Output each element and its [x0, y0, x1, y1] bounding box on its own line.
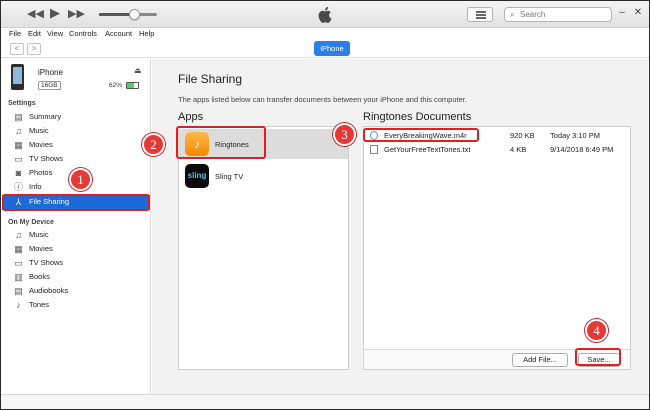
highlight-file-sharing — [2, 194, 150, 211]
audiobooks-icon: ▤ — [14, 286, 23, 296]
app-name: Sling TV — [215, 172, 244, 181]
eject-icon[interactable]: ⏏ — [134, 66, 142, 75]
tv-icon: ▭ — [14, 258, 23, 268]
volume-knob[interactable] — [128, 9, 140, 20]
page-title: File Sharing — [178, 72, 243, 86]
battery-fill — [127, 83, 134, 88]
sidebar-item-device-books[interactable]: ▥ Books — [2, 270, 150, 285]
sidebar-item-label: TV Shows — [29, 258, 64, 267]
capacity-badge: 16GB — [38, 81, 61, 90]
sidebar-item-tv-shows[interactable]: ▭ TV Shows — [2, 152, 150, 167]
battery-icon — [126, 82, 139, 89]
tones-icon: ♪ — [16, 300, 21, 310]
photos-icon: ◙ — [15, 168, 22, 178]
step-marker-1: 1 — [69, 168, 92, 191]
sidebar-item-label: Movies — [29, 244, 53, 253]
back-icon[interactable]: < — [10, 43, 24, 55]
navigation-bar: < > iPhone — [1, 40, 649, 58]
sidebar-item-summary[interactable]: ▤ Summary — [2, 110, 150, 125]
status-bar — [1, 394, 649, 409]
document-date: 9/14/2018 6:49 PM — [550, 145, 614, 154]
minimize-button[interactable]: – — [616, 7, 628, 19]
sidebar-item-label: Music — [29, 230, 49, 239]
apple-logo-icon — [318, 6, 332, 23]
play-icon[interactable]: ▶ — [50, 6, 60, 20]
sidebar-item-movies[interactable]: ▦ Movies — [2, 138, 150, 153]
search-field[interactable]: ⌕ — [504, 7, 612, 22]
document-size: 4 KB — [510, 145, 527, 154]
list-view-button[interactable] — [467, 7, 493, 22]
sidebar-item-label: Books — [29, 272, 50, 281]
sidebar-item-device-audiobooks[interactable]: ▤ Audiobooks — [2, 284, 150, 299]
summary-icon: ▤ — [14, 112, 23, 122]
step-marker-2: 2 — [142, 133, 165, 156]
apps-list: ♪ Ringtones sling Sling TV — [178, 126, 349, 370]
apps-heading: Apps — [178, 111, 204, 123]
device-button[interactable]: iPhone — [314, 41, 350, 56]
books-icon: ▥ — [14, 272, 23, 282]
menu-edit[interactable]: Edit — [28, 29, 41, 38]
search-input[interactable] — [520, 9, 608, 20]
sidebar-item-label: Audiobooks — [29, 286, 69, 295]
app-row-sling-tv[interactable]: sling Sling TV — [179, 161, 348, 191]
document-row[interactable]: GetYourFreeTextTones.txt 4 KB 9/14/2018 … — [364, 144, 630, 156]
highlight-save-button — [575, 348, 621, 366]
sidebar-item-label: Summary — [29, 112, 62, 121]
sidebar-item-label: Music — [29, 126, 49, 135]
file-sharing-panel: File Sharing The apps listed below can t… — [152, 59, 648, 394]
highlight-ringtone-file — [363, 128, 479, 142]
sidebar-item-label: TV Shows — [29, 154, 64, 163]
sidebar-item-device-tones[interactable]: ♪ Tones — [2, 298, 150, 313]
search-icon: ⌕ — [510, 9, 516, 19]
text-file-icon — [370, 145, 378, 154]
menu-bar: File Edit View Controls Account Help — [1, 28, 649, 40]
step-marker-4: 4 — [585, 319, 608, 342]
menu-file[interactable]: File — [9, 29, 21, 38]
sidebar-item-label: Movies — [29, 140, 53, 149]
add-file-button[interactable]: Add File... — [512, 353, 568, 367]
sidebar-item-device-tv-shows[interactable]: ▭ TV Shows — [2, 256, 150, 271]
settings-heading: Settings — [8, 100, 36, 107]
device-name: iPhone — [38, 68, 63, 77]
sidebar-item-device-music[interactable]: ♫ Music — [2, 228, 150, 243]
page-description: The apps listed below can transfer docum… — [178, 95, 467, 104]
document-size: 920 KB — [510, 131, 535, 140]
menu-help[interactable]: Help — [139, 29, 154, 38]
document-name: GetYourFreeTextTones.txt — [384, 145, 471, 154]
highlight-ringtones-app — [176, 126, 266, 159]
fast-forward-icon[interactable]: ▶▶ — [68, 7, 85, 21]
battery-percent: 62% — [109, 82, 123, 89]
info-icon: ⓘ — [13, 182, 23, 192]
forward-icon[interactable]: > — [27, 43, 41, 55]
sidebar-item-device-movies[interactable]: ▦ Movies — [2, 242, 150, 257]
sidebar-item-label: Info — [29, 182, 42, 191]
sidebar-item-label: Photos — [29, 168, 53, 177]
document-date: Today 3:10 PM — [550, 131, 601, 140]
step-marker-3: 3 — [333, 123, 356, 146]
music-icon: ♫ — [15, 126, 22, 136]
music-icon: ♫ — [15, 230, 22, 240]
iphone-device-icon — [11, 64, 24, 90]
sidebar-item-label: Tones — [29, 300, 50, 309]
volume-slider[interactable] — [99, 9, 157, 20]
on-my-device-heading: On My Device — [8, 219, 54, 226]
documents-heading: Ringtones Documents — [363, 111, 472, 123]
menu-account[interactable]: Account — [105, 29, 132, 38]
menu-controls[interactable]: Controls — [69, 29, 97, 38]
tv-icon: ▭ — [14, 154, 23, 164]
title-bar: ◀◀ ▶ ▶▶ ⌕ – □ ✕ — [1, 1, 649, 28]
close-button[interactable]: ✕ — [632, 7, 644, 19]
movies-icon: ▦ — [14, 140, 23, 150]
sidebar: iPhone ⏏ 16GB 62% Settings ▤ Summary ♫ M… — [1, 59, 151, 394]
menu-view[interactable]: View — [47, 29, 63, 38]
rewind-icon[interactable]: ◀◀ — [27, 7, 44, 21]
movies-icon: ▦ — [14, 244, 23, 254]
sidebar-item-music[interactable]: ♫ Music — [2, 124, 150, 139]
sling-tv-app-icon: sling — [185, 164, 209, 188]
